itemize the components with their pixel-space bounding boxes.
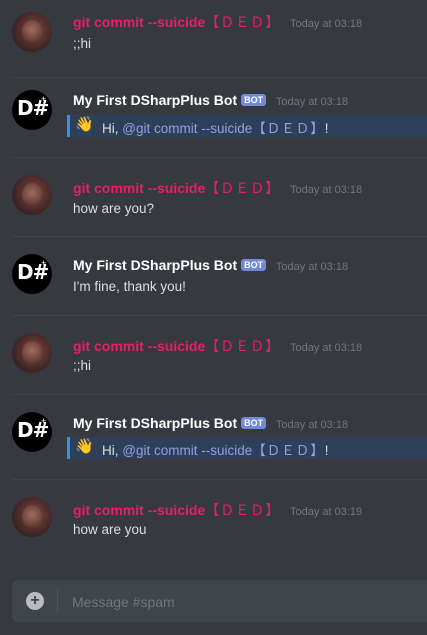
bot-avatar[interactable]: D# + xyxy=(12,412,52,452)
user-mention[interactable]: @git commit --suicide【ＤＥＤ】 xyxy=(122,121,324,137)
author-name[interactable]: My First DSharpPlus Bot xyxy=(73,92,237,108)
author-name[interactable]: git commit --suicide xyxy=(73,502,205,518)
message-text: how are you xyxy=(73,522,147,537)
message-input[interactable] xyxy=(70,588,414,616)
bot-avatar-mark: + xyxy=(41,94,47,104)
message-embed: 👋 Hi, @git commit --suicide【ＤＥＤ】! xyxy=(67,437,427,459)
bot-avatar-mark: + xyxy=(41,258,47,268)
author-name[interactable]: git commit --suicide xyxy=(73,180,205,196)
message-header: git commit --suicide【ＤＥＤ】 Today at 03:18 xyxy=(73,12,362,32)
message-header: My First DSharpPlus Bot BOT Today at 03:1… xyxy=(73,415,348,431)
avatar[interactable] xyxy=(12,12,52,52)
composer-area: + xyxy=(0,572,427,635)
divider xyxy=(12,315,427,316)
divider xyxy=(12,157,427,158)
timestamp: Today at 03:18 xyxy=(275,261,349,273)
author-name[interactable]: My First DSharpPlus Bot xyxy=(73,257,237,273)
author-tag: 【ＤＥＤ】 xyxy=(205,339,281,355)
message-text: how are you? xyxy=(73,201,155,216)
divider xyxy=(12,236,427,237)
timestamp: Today at 03:18 xyxy=(290,184,363,196)
timestamp: Today at 03:18 xyxy=(290,18,363,30)
bot-avatar[interactable]: D# + xyxy=(12,254,52,294)
timestamp: Today at 03:19 xyxy=(290,506,363,518)
author-name[interactable]: git commit --suicide xyxy=(73,338,205,354)
author-tag: 【ＤＥＤ】 xyxy=(205,503,281,519)
message-header: My First DSharpPlus Bot BOT Today at 03:1… xyxy=(73,257,348,273)
message-header: git commit --suicide【ＤＥＤ】 Today at 03:18 xyxy=(73,178,362,198)
message-composer: + xyxy=(12,580,427,622)
message-text: ;;hi xyxy=(73,358,92,373)
author-name[interactable]: git commit --suicide xyxy=(73,14,205,30)
bot-avatar-mark: + xyxy=(41,416,47,426)
user-mention[interactable]: @git commit --suicide【ＤＥＤ】 xyxy=(122,443,324,459)
message-text: Hi, xyxy=(102,121,123,136)
add-attachment-icon[interactable]: + xyxy=(26,592,44,610)
message-header: git commit --suicide【ＤＥＤ】 Today at 03:19 xyxy=(73,500,362,520)
timestamp: Today at 03:18 xyxy=(275,419,349,431)
wave-icon: 👋 xyxy=(75,116,94,133)
message-text: Hi, xyxy=(102,443,123,458)
avatar[interactable] xyxy=(12,333,52,373)
bot-badge: BOT xyxy=(241,94,267,106)
message-header: git commit --suicide【ＤＥＤ】 Today at 03:18 xyxy=(73,336,362,356)
avatar[interactable] xyxy=(12,497,52,537)
avatar[interactable] xyxy=(12,175,52,215)
bot-avatar[interactable]: D# + xyxy=(12,90,52,130)
divider xyxy=(57,590,58,612)
message-header: My First DSharpPlus Bot BOT Today at 03:1… xyxy=(73,92,348,108)
author-tag: 【ＤＥＤ】 xyxy=(205,181,281,197)
message-text: I'm fine, thank you! xyxy=(73,279,186,294)
divider xyxy=(12,479,427,480)
message-text: ;;hi xyxy=(73,36,92,51)
author-name[interactable]: My First DSharpPlus Bot xyxy=(73,415,237,431)
message-list: git commit --suicide【ＤＥＤ】 Today at 03:18… xyxy=(0,0,427,572)
message-embed: 👋 Hi, @git commit --suicide【ＤＥＤ】! xyxy=(67,115,427,137)
divider xyxy=(12,77,427,78)
bot-badge: BOT xyxy=(241,417,267,429)
timestamp: Today at 03:18 xyxy=(290,342,363,354)
message-text-suffix: ! xyxy=(324,121,329,136)
author-tag: 【ＤＥＤ】 xyxy=(205,15,281,31)
divider xyxy=(12,394,427,395)
wave-icon: 👋 xyxy=(75,438,94,455)
timestamp: Today at 03:18 xyxy=(275,96,349,108)
bot-badge: BOT xyxy=(241,259,267,271)
message-text-suffix: ! xyxy=(324,443,329,458)
